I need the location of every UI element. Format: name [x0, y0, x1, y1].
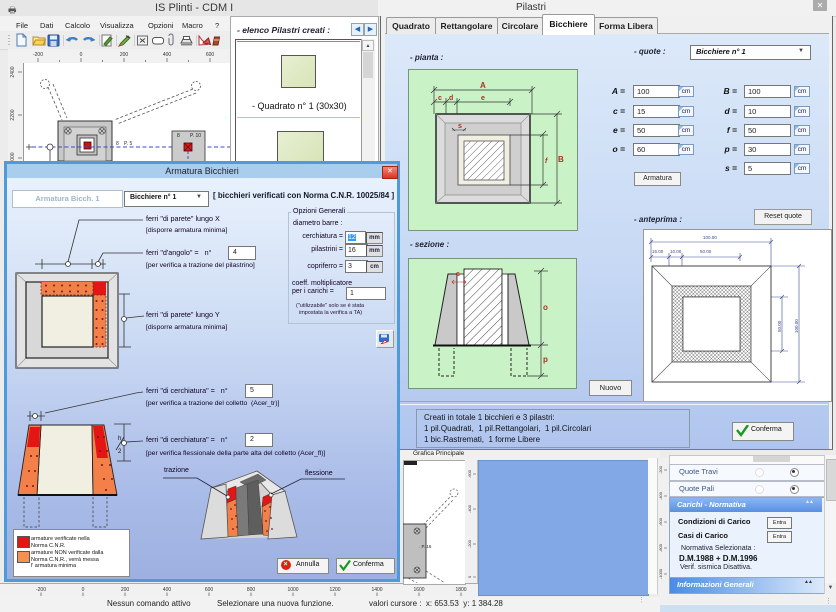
svg-text:15.00: 15.00 [652, 249, 664, 254]
svg-text:50.00: 50.00 [700, 249, 712, 254]
svg-text:100.00: 100.00 [703, 235, 717, 240]
svg-text:0: 0 [80, 52, 83, 58]
svg-text:-800: -800 [658, 543, 663, 552]
svg-text:-600: -600 [658, 517, 663, 526]
svg-text:2000: 2000 [10, 152, 16, 161]
svg-text:800: 800 [247, 587, 256, 593]
svg-text:200: 200 [120, 52, 129, 58]
svg-text:0: 0 [467, 575, 472, 578]
svg-text:1600: 1600 [413, 587, 424, 593]
svg-text:0: 0 [82, 587, 85, 593]
svg-text:d: d [449, 95, 453, 102]
svg-text:1400: 1400 [371, 587, 382, 593]
svg-text:100.00: 100.00 [794, 319, 799, 333]
svg-text:-200: -200 [658, 465, 663, 474]
svg-text:p: p [543, 355, 548, 364]
svg-text:8: 8 [116, 141, 119, 147]
svg-text:P. 5: P. 5 [124, 141, 132, 147]
svg-text:B: B [558, 155, 564, 164]
svg-text:600: 600 [205, 587, 214, 593]
svg-text:2200: 2200 [10, 109, 16, 120]
svg-text:e: e [481, 95, 485, 102]
svg-text:-200: -200 [467, 539, 472, 548]
svg-text:1800: 1800 [455, 587, 466, 593]
svg-text:-200: -200 [36, 587, 46, 593]
svg-text:50.00: 50.00 [777, 320, 782, 332]
svg-text:2: 2 [118, 449, 122, 455]
svg-text:8: 8 [177, 133, 180, 139]
svg-text:-400: -400 [467, 504, 472, 513]
svg-text:600: 600 [206, 52, 215, 58]
svg-text:10.00: 10.00 [670, 249, 682, 254]
svg-text:-400: -400 [658, 491, 663, 500]
svg-text:1200: 1200 [329, 587, 340, 593]
svg-text:A: A [480, 81, 486, 90]
svg-text:. P. 16: . P. 16 [419, 544, 432, 549]
svg-text:-200: -200 [33, 52, 43, 58]
svg-text:2400: 2400 [10, 66, 16, 77]
svg-text:-600: -600 [467, 469, 472, 478]
svg-text:1000: 1000 [287, 587, 298, 593]
svg-text:P. 10: P. 10 [190, 133, 201, 139]
svg-text:s: s [458, 123, 462, 130]
svg-text:-1000: -1000 [658, 568, 663, 579]
svg-text:400: 400 [163, 587, 172, 593]
svg-text:200: 200 [121, 587, 130, 593]
svg-text:f: f [545, 158, 548, 165]
svg-text:h: h [118, 436, 121, 442]
svg-text:s: s [456, 271, 460, 278]
svg-text:c: c [438, 95, 442, 102]
svg-text:400: 400 [163, 52, 172, 58]
svg-text:o: o [543, 303, 548, 312]
